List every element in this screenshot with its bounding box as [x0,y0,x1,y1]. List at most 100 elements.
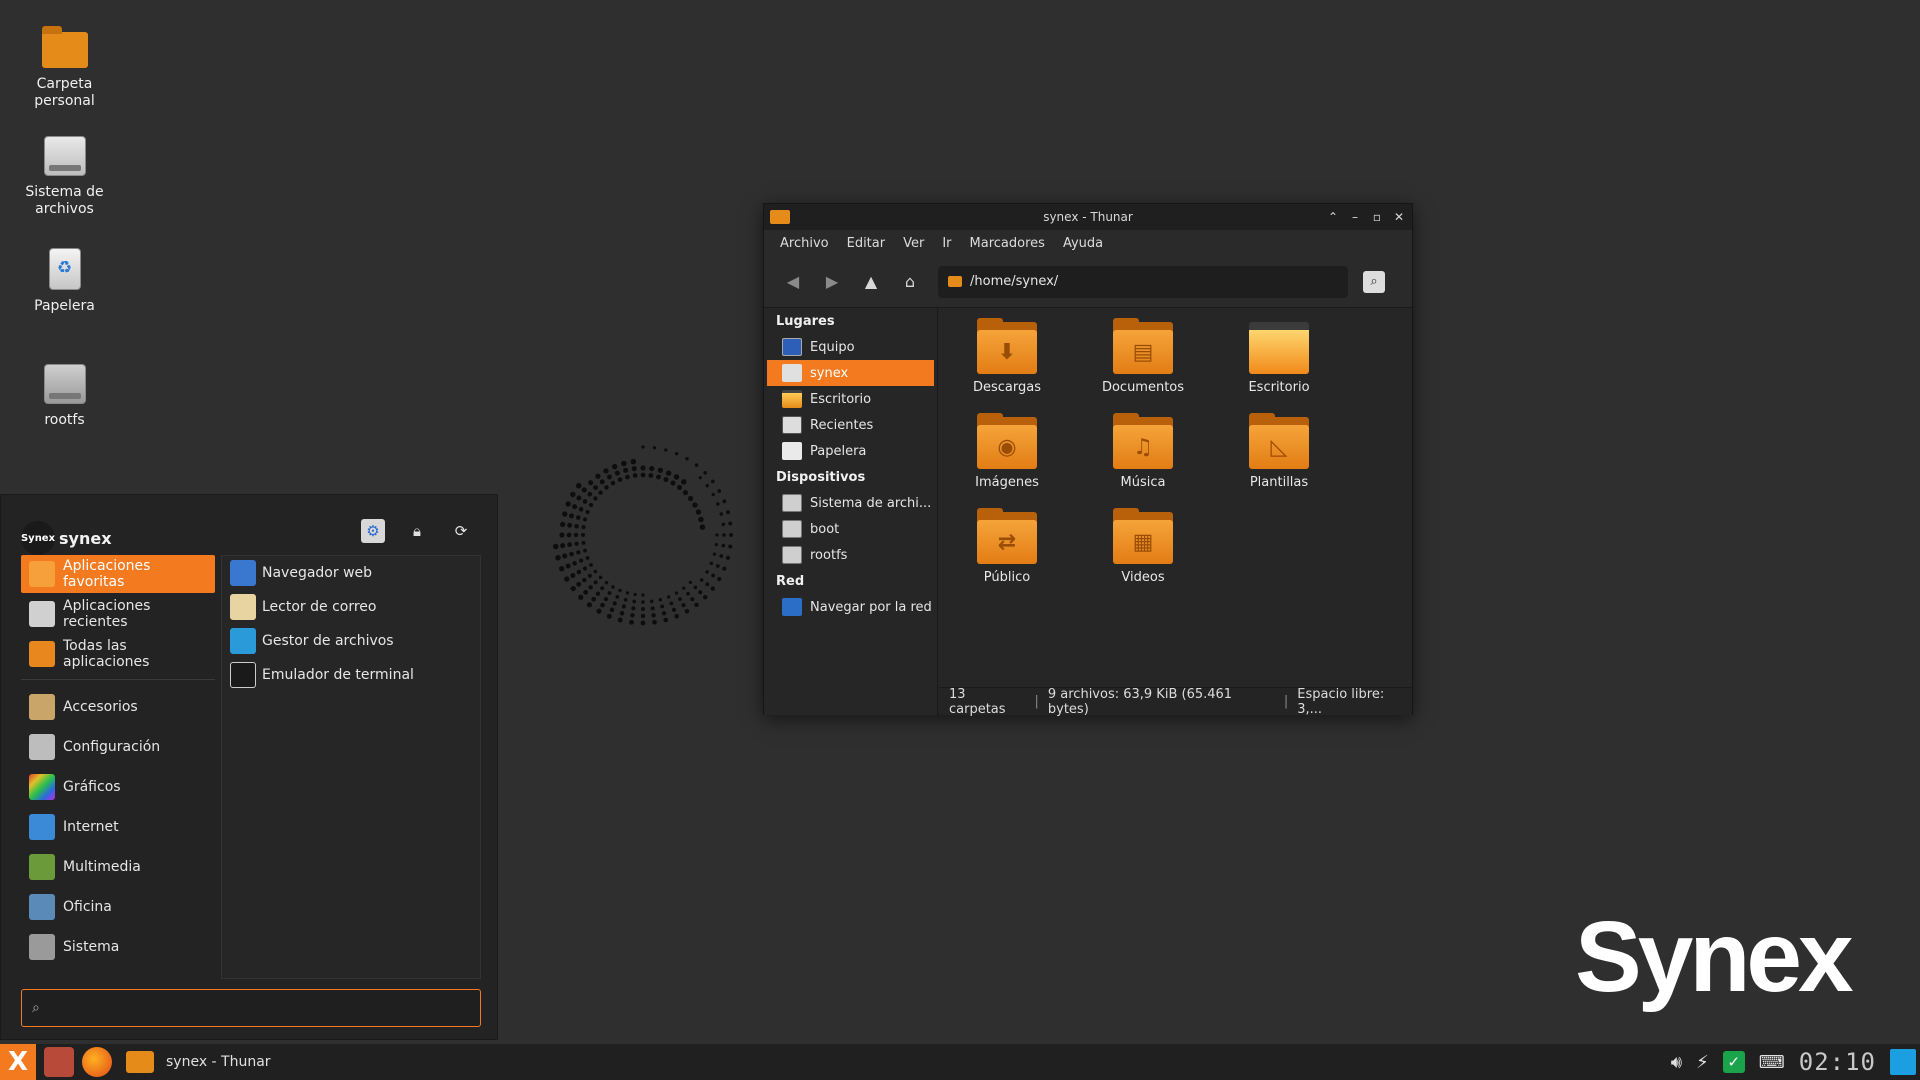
application-menu[interactable]: Synex synex ⚙ 🔒︎ ⟳ Aplicaciones favorita… [0,494,498,1040]
app-terminal[interactable]: Emulador de terminal [222,658,480,692]
category-all[interactable]: Todas las aplicaciones [21,635,215,673]
category-accessories[interactable]: Accesorios [21,688,215,726]
folder-item-descargas[interactable]: ⬇ Descargas [939,318,1075,395]
folder-item-videos[interactable]: ▦ Videos [1075,508,1211,585]
thunar-window[interactable]: synex - Thunar ⌃ – ▫ ✕ Archivo Editar Ve… [763,203,1413,717]
menu-ver[interactable]: Ver [895,236,932,251]
settings-icon[interactable]: ⚙ [361,519,385,543]
spinner-dot [585,509,590,515]
spinner-dot [610,480,616,486]
close-button[interactable]: ✕ [1392,210,1406,224]
folder-item-imagenes[interactable]: ◉ Imágenes [939,413,1075,490]
network-icon[interactable]: ⚡︎ [1696,1052,1709,1073]
home-icon[interactable]: ⌂ [895,267,925,297]
spinner-dot [633,592,637,597]
taskbar-task-thunar[interactable]: synex - Thunar [126,1051,271,1073]
divider [21,679,215,680]
chevron-up-icon[interactable]: ⌃ [1326,210,1340,224]
category-graphics[interactable]: Gráficos [21,768,215,806]
search-input[interactable] [47,1000,448,1016]
folder-item-musica[interactable]: ♫ Música [1075,413,1211,490]
all-apps-icon [29,641,55,667]
folder-item-plantillas[interactable]: ◺ Plantillas [1211,413,1347,490]
menu-ir[interactable]: Ir [934,236,959,251]
spinner-dot [619,610,625,616]
sidebar-item-synex[interactable]: synex [767,360,934,386]
spinner-dot [695,509,702,515]
sidebar-item-escritorio[interactable]: Escritorio [764,386,937,412]
maximize-button[interactable]: ▫ [1370,210,1384,224]
file-view[interactable]: ⬇ Descargas ▤ Documentos Escritorio ◉ Im… [939,308,1412,687]
minimize-button[interactable]: – [1348,210,1362,224]
folder-item-documentos[interactable]: ▤ Documentos [1075,318,1211,395]
desktop-icon-rootfs[interactable]: rootfs [8,358,121,429]
notification-icon[interactable] [1890,1049,1916,1075]
spinner-dot [698,516,704,523]
category-settings[interactable]: Configuración [21,728,215,766]
back-arrow-icon[interactable]: ◀ [778,267,808,297]
search-box[interactable]: ⌕ [21,989,481,1027]
window-title: synex - Thunar [1043,210,1133,224]
logout-icon[interactable]: ⟳ [449,519,473,543]
desktop-icon-trash[interactable]: Papelera [8,244,121,315]
system-icon [29,934,55,960]
spinner-dot [673,474,680,480]
spinner-dot [583,548,587,553]
sidebar-item-papelera[interactable]: Papelera [764,438,937,464]
category-system[interactable]: Sistema [21,928,215,966]
sidebar-item-network[interactable]: Navegar por la red [764,594,937,620]
spinner-dot [588,502,594,508]
menu-ayuda[interactable]: Ayuda [1055,236,1111,251]
menu-marcadores[interactable]: Marcadores [962,236,1053,251]
category-label: Configuración [63,739,161,755]
folder-item-escritorio[interactable]: Escritorio [1211,322,1347,395]
recent-icon [782,416,802,434]
menu-archivo[interactable]: Archivo [772,236,837,251]
app-mail-reader[interactable]: Lector de correo [222,590,480,624]
spinner-dot [657,467,664,473]
spinner-dot [705,484,709,488]
spinner-dot [669,601,674,606]
window-titlebar[interactable]: synex - Thunar ⌃ – ▫ ✕ [764,204,1412,230]
spinner-dot [676,484,683,490]
spinner-dot [587,491,593,497]
search-icon[interactable]: ⌕ [1363,270,1385,293]
show-desktop-icon[interactable] [44,1047,74,1077]
firefox-icon[interactable] [82,1047,112,1077]
menu-editar[interactable]: Editar [839,236,894,251]
templates-folder-icon: ◺ [1249,413,1309,469]
category-internet[interactable]: Internet [21,808,215,846]
keyboard-icon[interactable]: ⌨ [1759,1052,1785,1073]
up-arrow-icon[interactable]: ▲ [856,267,886,297]
app-web-browser[interactable]: Navegador web [222,556,480,590]
volume-icon[interactable]: 🔊︎ [1671,1052,1682,1073]
sidebar-item-equipo[interactable]: Equipo [764,334,937,360]
system-tray: 🔊︎ ⚡︎ ✓ ⌨ 02:10 [1671,1044,1920,1080]
updates-check-icon[interactable]: ✓ [1722,1051,1745,1073]
folder-item-publico[interactable]: ⇄ Público [939,508,1075,585]
spinner-dot [725,555,731,560]
spinner-dot [618,588,622,593]
sidebar-item-boot[interactable]: boot [764,516,937,542]
forward-arrow-icon[interactable]: ▶ [817,267,847,297]
spinner-dot [585,556,590,560]
app-file-manager[interactable]: Gestor de archivos [222,624,480,658]
category-recent[interactable]: Aplicaciones recientes [21,595,215,633]
category-multimedia[interactable]: Multimedia [21,848,215,886]
category-office[interactable]: Oficina [21,888,215,926]
clock[interactable]: 02:10 [1799,1048,1876,1076]
spinner-dot [665,470,672,476]
category-favorites[interactable]: Aplicaciones favoritas [21,555,215,593]
sidebar-item-rootfs[interactable]: rootfs [764,542,937,568]
pictures-folder-icon: ◉ [977,413,1037,469]
sidebar-item-filesystem[interactable]: Sistema de archi... [764,490,937,516]
desktop-icon-filesystem[interactable]: Sistema de archivos [8,130,121,218]
terminal-icon [230,662,256,688]
spinner-dot [617,477,623,482]
lock-icon[interactable]: 🔒︎ [405,519,429,543]
location-bar[interactable]: /home/synex/ [938,265,1348,298]
sidebar-item-recientes[interactable]: Recientes [764,412,937,438]
start-menu-button[interactable]: X [0,1044,36,1080]
desktop-icon-home[interactable]: Carpeta personal [8,22,121,110]
spinner-dot [719,554,724,558]
